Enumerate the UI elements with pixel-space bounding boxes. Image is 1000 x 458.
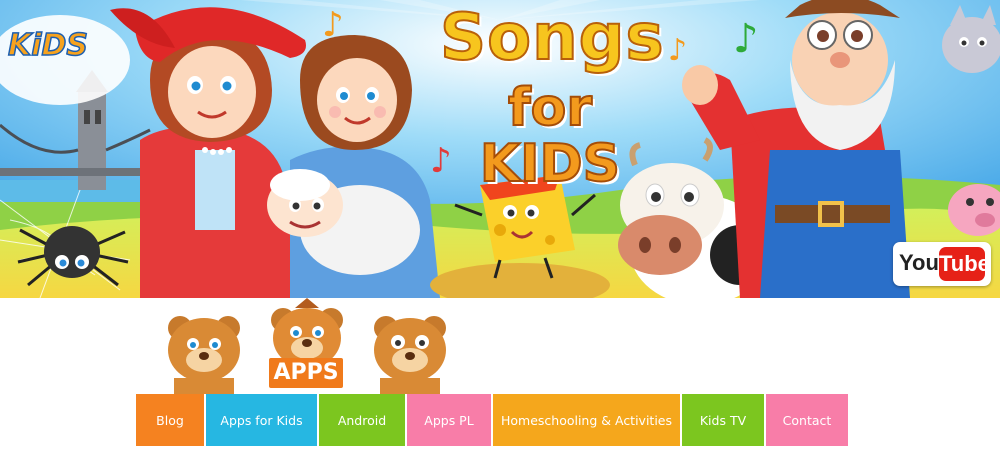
youtube-logo[interactable]: You Tube <box>893 242 991 286</box>
main-nav: Blog Apps for Kids Android Apps PL Homes… <box>136 394 848 446</box>
nav-blog[interactable]: Blog <box>136 394 204 446</box>
youtube-tube-text: Tube <box>939 247 990 281</box>
site-logo[interactable]: KiDS <box>4 14 92 76</box>
nav-android[interactable]: Android <box>319 394 405 446</box>
svg-text:♪: ♪ <box>322 5 344 45</box>
nav-contact[interactable]: Contact <box>766 394 848 446</box>
svg-text:♪: ♪ <box>733 16 759 62</box>
youtube-you-text: You <box>899 250 939 275</box>
nav-apps-pl[interactable]: Apps PL <box>407 394 491 446</box>
apps-badge[interactable]: APPS <box>269 358 343 388</box>
apps-mascots[interactable]: APPS <box>150 298 480 394</box>
header-banner[interactable]: ♪ ♪ ♪ ♪ Songs for KIDS KiDS You Tube <box>0 0 1000 298</box>
svg-text:♪: ♪ <box>668 33 687 68</box>
nav-homeschooling[interactable]: Homeschooling & Activities <box>493 394 680 446</box>
banner-title: Songs for KIDS <box>439 1 665 194</box>
banner-title-line1: Songs <box>439 1 665 75</box>
nav-kids-tv[interactable]: Kids TV <box>682 394 764 446</box>
nav-apps-for-kids[interactable]: Apps for Kids <box>206 394 317 446</box>
logo-text: KiDS <box>7 27 89 64</box>
banner-title-line2: for KIDS <box>479 78 621 194</box>
